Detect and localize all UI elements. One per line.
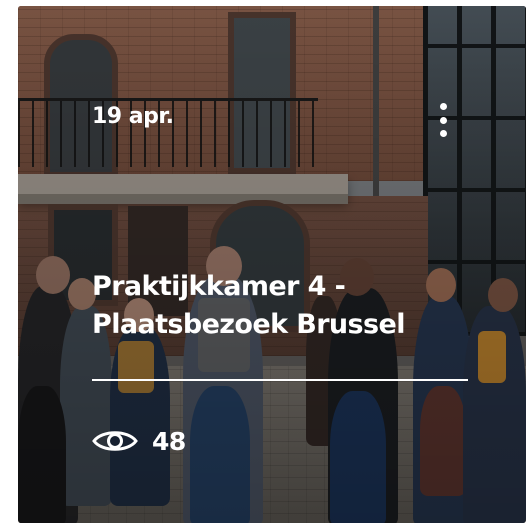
view-count-value: 48 xyxy=(152,426,186,456)
view-count: 48 xyxy=(92,426,186,456)
more-options-button[interactable] xyxy=(430,101,456,139)
eye-icon xyxy=(92,427,138,455)
event-title-line-1: Praktijkkamer 4 - xyxy=(92,271,346,302)
event-title[interactable]: Praktijkkamer 4 - Plaatsbezoek Brussel xyxy=(92,268,512,344)
divider xyxy=(92,379,468,381)
event-date: 19 apr. xyxy=(92,104,174,129)
event-card[interactable]: 19 apr. Praktijkkamer 4 - Plaatsbezoek B… xyxy=(18,6,526,523)
event-title-line-2: Plaatsbezoek Brussel xyxy=(92,309,405,340)
more-vertical-icon xyxy=(439,103,447,110)
